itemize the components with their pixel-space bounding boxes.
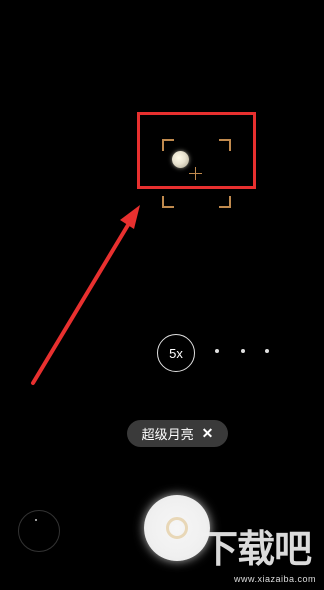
zoom-label: 5x: [169, 345, 183, 361]
watermark-url: www.xiazaiba.com: [234, 574, 317, 584]
zoom-option-dot[interactable]: [265, 349, 269, 353]
super-moon-mode-chip[interactable]: 超级月亮 ✕: [127, 420, 228, 447]
mode-chip-label: 超级月亮: [141, 427, 194, 442]
zoom-option-dot[interactable]: [241, 349, 245, 353]
gallery-thumbnail-dot: [35, 519, 37, 521]
zoom-option-dot[interactable]: [215, 349, 219, 353]
watermark-logo: 下载吧 www.xiazaiba.com: [200, 528, 324, 590]
shutter-inner-ring: [166, 517, 188, 539]
zoom-level-button[interactable]: 5x: [157, 334, 195, 372]
close-icon[interactable]: ✕: [202, 425, 214, 442]
gallery-thumbnail-button[interactable]: [18, 510, 60, 552]
watermark-title: 下载吧: [200, 529, 312, 571]
